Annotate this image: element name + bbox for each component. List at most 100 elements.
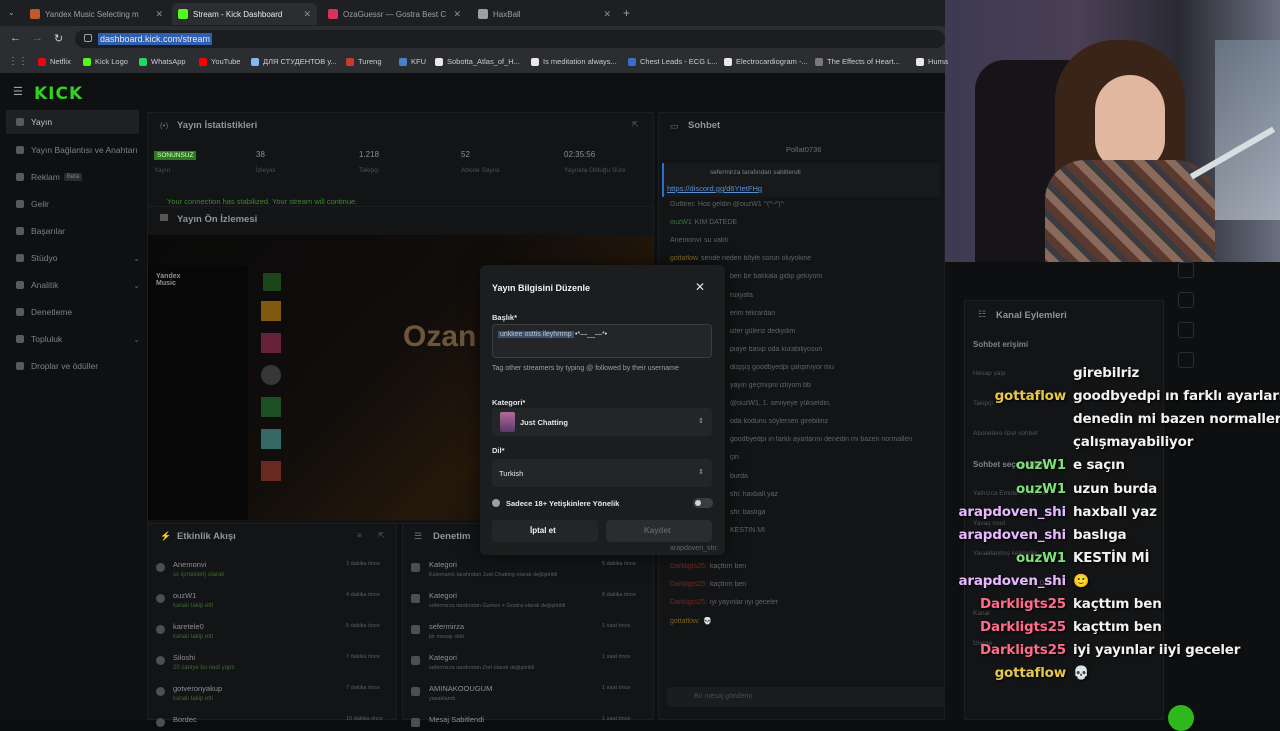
activity-user[interactable]: Anemonvi — [173, 560, 206, 569]
bookmark-item[interactable]: Netflix — [38, 57, 71, 66]
chat-username[interactable]: Darkligts25: — [670, 599, 707, 606]
bookmark-item[interactable]: The Effects of Heart... — [815, 57, 900, 66]
tab-list-chevron-icon[interactable]: ⌄ — [8, 8, 15, 17]
chat-message[interactable]: shi: baslıga — [730, 509, 945, 516]
sidebar-item[interactable]: Yayın — [6, 110, 139, 134]
bookmark-item[interactable]: Huma — [916, 57, 948, 66]
sidebar-item[interactable]: Denetleme — [16, 305, 140, 319]
sidebar-item[interactable]: Reklam Beta — [16, 170, 140, 184]
activity-user[interactable]: Siloshi — [173, 653, 195, 662]
filter-icon[interactable]: ≡ — [357, 531, 362, 540]
chat-message[interactable]: izler güleriz dediydim — [730, 328, 945, 335]
sidebar-item[interactable]: Gelir — [16, 197, 140, 211]
sidebar-item[interactable]: Droplar ve ödüller — [16, 359, 140, 373]
chat-message[interactable]: ben bir bakkala gidip gekiyom — [730, 273, 945, 280]
chat-username[interactable]: Darkligts25: — [670, 563, 707, 570]
tab-close-icon[interactable]: ✕ — [603, 9, 611, 20]
chat-message[interactable]: piaye basıp oda kurabiliyosun — [730, 346, 945, 353]
chat-message[interactable]: ruxyafa — [730, 292, 945, 299]
menu-icon[interactable]: ☰ — [13, 85, 23, 98]
browser-tab[interactable]: OzaGuessr — Gostra Best C ✕ — [322, 3, 467, 25]
help-button[interactable] — [1168, 705, 1194, 731]
chat-username[interactable]: gottaflow — [670, 255, 698, 262]
sidebar-item[interactable]: Topluluk ⌄ — [16, 332, 140, 346]
chat-message[interactable]: erim tekrardan — [730, 310, 945, 317]
chat-username[interactable]: arapdoven_shi: — [670, 545, 718, 552]
new-tab-button[interactable]: + — [623, 6, 630, 20]
moderation-user[interactable]: AMINAKOOUGUM — [429, 684, 492, 693]
chat-message[interactable]: arapdoven_shi: — [670, 545, 940, 552]
sidebar-item[interactable]: Yayın Bağlantısı ve Anahtarı — [16, 143, 140, 157]
channel-action-item[interactable]: Hesap yaşı — [973, 370, 1006, 377]
bookmark-item[interactable]: KFU — [399, 57, 426, 66]
chat-username[interactable]: Darkligts25: — [670, 581, 707, 588]
activity-popout-icon[interactable]: ⇱ — [378, 531, 385, 540]
chat-username[interactable]: ouzW1 — [670, 219, 692, 226]
activity-user[interactable]: gotveronyakup — [173, 684, 222, 693]
moderation-user[interactable]: Kategori — [429, 653, 457, 662]
channel-action-item[interactable]: Abonelere özel sohbet — [973, 430, 1038, 437]
browser-tab[interactable]: HaxBall ✕ — [472, 3, 617, 25]
bookmark-item[interactable]: Sobotta_Atlas_of_H... — [435, 57, 520, 66]
chat-message[interactable]: Darkligts25: kaçttım ben — [670, 563, 940, 570]
forward-icon[interactable]: → — [32, 32, 43, 44]
chat-message[interactable]: oda kodunu söylersen girebiliriz — [730, 418, 945, 425]
activity-user[interactable]: karetele0 — [173, 622, 204, 631]
quick-action-button[interactable] — [1178, 292, 1194, 308]
mature-toggle[interactable] — [693, 498, 713, 508]
chat-message[interactable]: burda — [730, 473, 945, 480]
language-select[interactable] — [492, 459, 712, 487]
bookmark-item[interactable]: YouTube — [199, 57, 240, 66]
chat-username[interactable]: gottaflow: — [670, 618, 700, 625]
tab-close-icon[interactable]: ✕ — [155, 9, 163, 20]
moderation-user[interactable]: Kategori — [429, 591, 457, 600]
chat-message[interactable]: Anemonvi su vakti — [670, 237, 940, 244]
tab-close-icon[interactable]: ✕ — [453, 9, 461, 20]
chat-message[interactable]: gottaflow sende neden böyle sorun oluyoki… — [670, 255, 940, 262]
sidebar-item[interactable]: Başarılar — [16, 224, 140, 238]
chat-message[interactable]: Darkligts25: kaçttım ben — [670, 581, 940, 588]
bookmark-item[interactable]: Kick Logo — [83, 57, 128, 66]
apps-icon[interactable]: ⋮⋮ — [8, 56, 28, 67]
chat-message[interactable]: @ouzW1, 1. seviyeye yükseldin. — [730, 400, 945, 407]
preview-title: Yayın Ön İzlemesi — [177, 214, 258, 225]
chat-message[interactable]: gottaflow: 💀 — [670, 617, 940, 625]
bookmark-item[interactable]: Electrocardiogram -... — [724, 57, 808, 66]
site-info-icon[interactable] — [84, 34, 92, 42]
reload-icon[interactable]: ↻ — [54, 32, 63, 45]
chat-message[interactable]: goodbyedpi ın farklı ayarlarını denedin … — [730, 436, 945, 443]
chat-message[interactable]: Darkligts25: iyi yayınlar iiyi geceler — [670, 599, 940, 606]
browser-tab[interactable]: Yandex Music Selecting m ✕ — [24, 3, 169, 25]
chat-message[interactable]: düşşış goodbyedpi çalışmıyor mu — [730, 364, 945, 371]
bookmark-item[interactable]: Chest Leads - ECG L... — [628, 57, 718, 66]
chat-message[interactable]: ouzW1 KIM DATEDE — [670, 219, 940, 226]
bookmark-item[interactable]: Is meditation always... — [531, 57, 617, 66]
chat-pinned-link[interactable]: https://discord.gg/d6YtetFHg — [667, 184, 762, 193]
bookmark-item[interactable]: Tureng — [346, 57, 382, 66]
popout-icon[interactable]: ⇱ — [632, 120, 639, 129]
sidebar-item[interactable]: Stüdyo ⌄ — [16, 251, 140, 265]
quick-action-button[interactable] — [1178, 322, 1194, 338]
quick-action-button[interactable] — [1178, 262, 1194, 278]
chat-message[interactable]: çin — [730, 454, 945, 461]
activity-user[interactable]: ouzW1 — [173, 591, 196, 600]
kick-logo[interactable]: KICK — [34, 84, 83, 104]
quick-action-button[interactable] — [1178, 352, 1194, 368]
back-icon[interactable]: ← — [10, 32, 21, 44]
chat-message[interactable]: Gutbrec Hos geldin @ouzW1 ^(^-^)^ — [670, 201, 940, 208]
close-icon[interactable]: ✕ — [695, 280, 705, 294]
url-text[interactable]: dashboard.kick.com/stream — [98, 33, 213, 45]
bookmark-item[interactable]: WhatsApp — [139, 57, 186, 66]
chat-username[interactable]: Anemonvi — [670, 237, 701, 244]
sidebar-item[interactable]: Analitik ⌄ — [16, 278, 140, 292]
moderation-user[interactable]: Kategori — [429, 560, 457, 569]
title-input[interactable] — [492, 324, 712, 358]
bookmark-item[interactable]: ДЛЯ СТУДЕНТОВ у... — [251, 57, 337, 66]
tab-close-icon[interactable]: ✕ — [303, 9, 311, 20]
chat-message[interactable]: KESTİN Mİ — [730, 527, 945, 534]
chat-username[interactable]: Gutbrec — [670, 201, 695, 208]
chat-message[interactable]: shi: haxball yaz — [730, 491, 945, 498]
moderation-user[interactable]: sefermirza — [429, 622, 464, 631]
browser-tab[interactable]: Stream - Kick Dashboard ✕ — [172, 3, 317, 25]
chat-message[interactable]: yayın geçmişini izliyom bb — [730, 382, 945, 389]
